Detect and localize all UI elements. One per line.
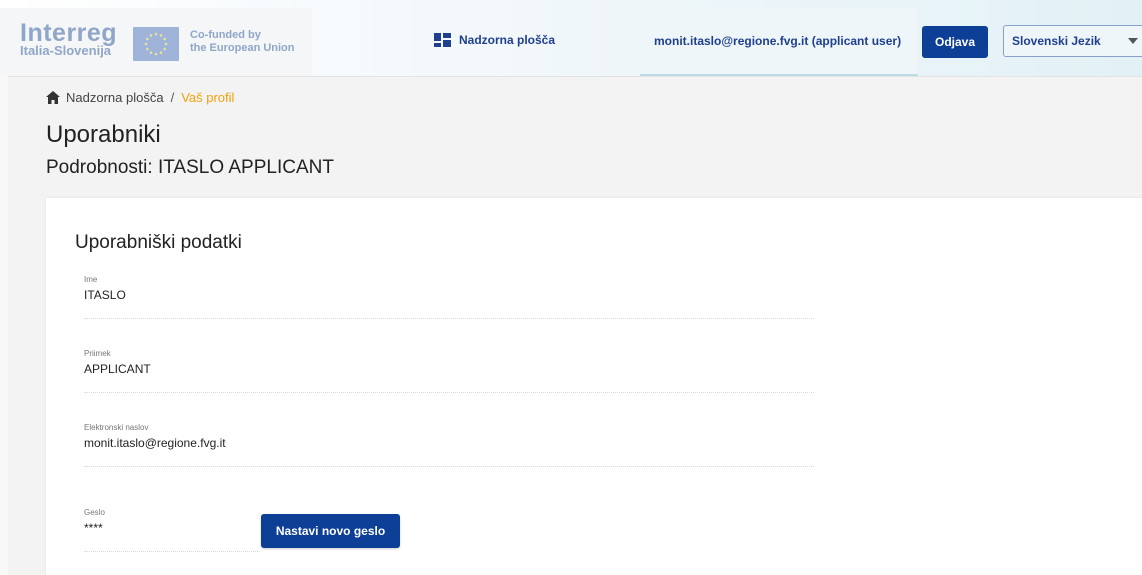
eu-flag-icon <box>133 27 179 61</box>
home-icon <box>46 90 60 104</box>
top-bar: Interreg Italia-Slovenija Co-funded by t… <box>0 0 1142 77</box>
page-title: Uporabniki <box>46 121 161 148</box>
interreg-logo[interactable]: Interreg Italia-Slovenija Co-funded by t… <box>0 8 312 76</box>
left-gutter <box>0 76 8 575</box>
field-first-name: Ime ITASLO <box>84 275 814 319</box>
language-select[interactable]: Slovenski Jezik <box>1003 25 1142 57</box>
breadcrumb: Nadzorna plošča / Vaš profil <box>46 88 234 106</box>
field-value: monit.itaslo@regione.fvg.it <box>84 436 226 450</box>
field-value: **** <box>84 521 103 535</box>
user-account-label: monit.itaslo@regione.fvg.it (applicant u… <box>654 34 902 48</box>
chevron-down-icon <box>1128 38 1138 44</box>
logo-sub-text: Italia-Slovenija <box>20 43 112 58</box>
field-label: Ime <box>84 275 98 284</box>
eu-line-1: Co-funded by <box>190 29 261 41</box>
breadcrumb-separator: / <box>170 89 175 105</box>
language-selected-value: Slovenski Jezik <box>1012 34 1101 48</box>
logo-main-text: Interreg <box>20 19 118 47</box>
field-value: ITASLO <box>84 288 126 302</box>
field-label: Geslo <box>84 508 105 517</box>
nav-dashboard-label: Nadzorna plošča <box>459 33 556 47</box>
user-account-tab[interactable]: monit.itaslo@regione.fvg.it (applicant u… <box>640 8 918 76</box>
dashboard-grid-icon <box>434 33 451 47</box>
page-subtitle: Podrobnosti: ITASLO APPLICANT <box>46 157 334 178</box>
field-label: Priimek <box>84 349 111 358</box>
field-label: Elektronski naslov <box>84 423 149 432</box>
field-value: APPLICANT <box>84 362 151 376</box>
field-email: Elektronski naslov monit.itaslo@regione.… <box>84 423 814 467</box>
breadcrumb-current: Vaš profil <box>181 89 235 105</box>
breadcrumb-home-link[interactable]: Nadzorna plošča <box>66 90 164 105</box>
eu-line-2: the European Union <box>190 42 295 54</box>
eu-cofunded-text: Co-funded by the European Union <box>190 29 295 55</box>
field-last-name: Priimek APPLICANT <box>84 349 814 393</box>
user-data-card: Uporabniški podatki Ime ITASLO Priimek A… <box>46 198 1142 575</box>
field-password: Geslo **** <box>84 508 260 552</box>
logout-button[interactable]: Odjava <box>922 26 988 58</box>
nav-dashboard-link[interactable]: Nadzorna plošča <box>434 31 555 49</box>
card-title: Uporabniški podatki <box>75 232 242 253</box>
set-new-password-button[interactable]: Nastavi novo geslo <box>261 514 400 548</box>
